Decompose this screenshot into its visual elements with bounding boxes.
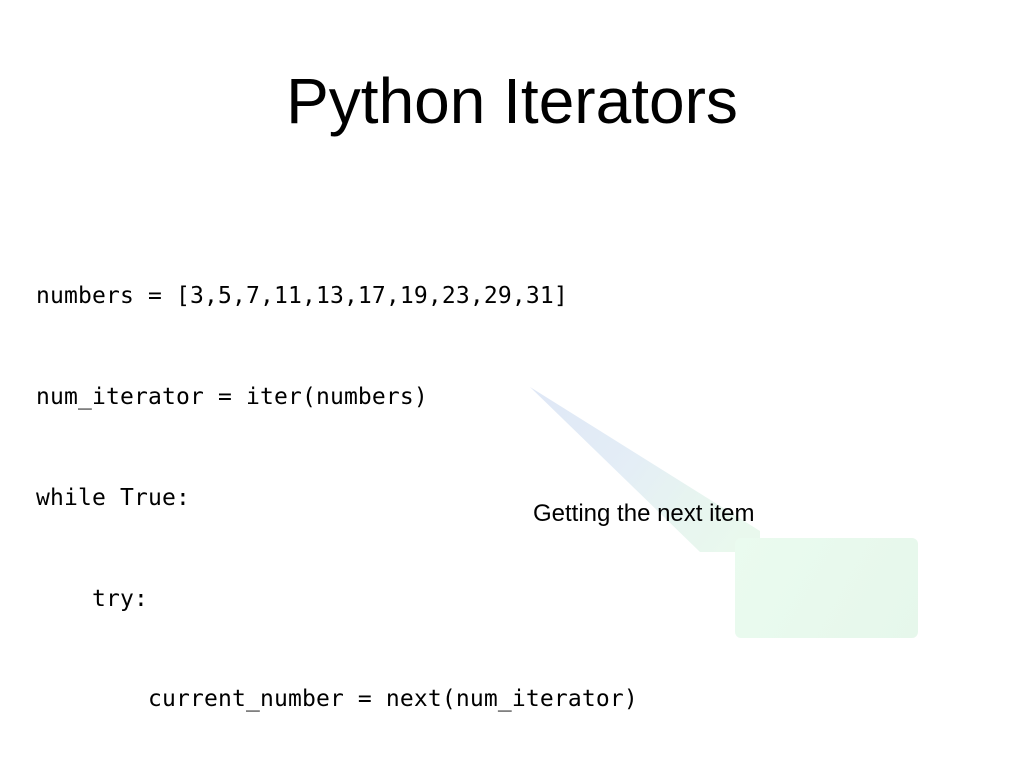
page-title: Python Iterators — [286, 65, 738, 137]
code-line: try: — [36, 585, 148, 612]
code-line: current_number = next(num_iterator) — [36, 686, 638, 713]
callout-label: Getting the next item — [533, 500, 755, 527]
slide: Python Iterators numbers = [3,5,7,11,13,… — [0, 0, 1024, 768]
callout-box — [735, 538, 918, 638]
code-line: num_iterator = iter(numbers) — [36, 383, 428, 410]
code-line: numbers = [3,5,7,11,13,17,19,23,29,31] — [36, 283, 568, 310]
code-block: numbers = [3,5,7,11,13,17,19,23,29,31] n… — [36, 213, 638, 768]
